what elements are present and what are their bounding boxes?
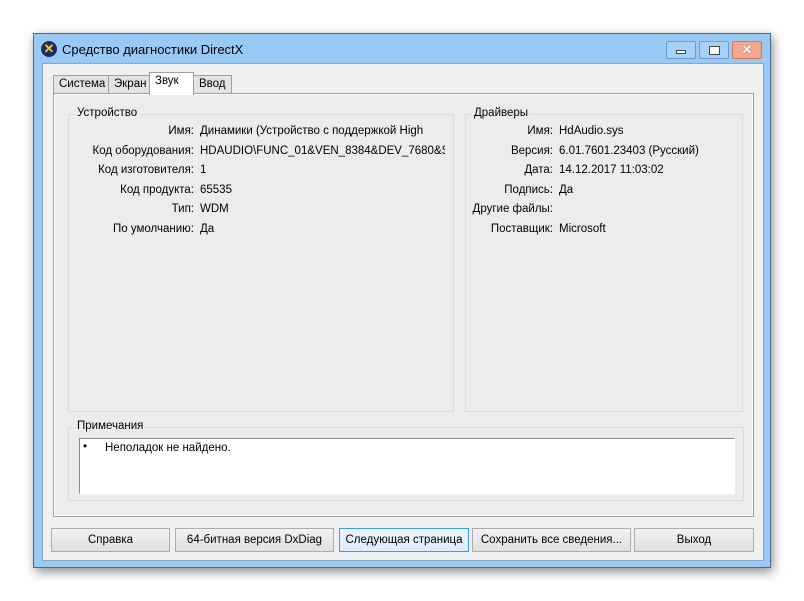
save-all-button[interactable]: Сохранить все сведения... [472, 528, 631, 552]
device-row: Имя: Динамики (Устройство с поддержкой Hi… [69, 125, 423, 141]
field-label: Версия: [510, 144, 553, 157]
field-value: HdAudio.sys [559, 125, 624, 137]
tab-display[interactable]: Экран [108, 75, 153, 94]
field-label: Другие файлы: [472, 203, 553, 216]
maximize-button[interactable] [699, 41, 729, 59]
close-icon: ✕ [741, 42, 753, 57]
field-label: Тип: [171, 203, 194, 216]
drivers-group: Драйверы Имя: HdAudio.sys Версия: 6.01.7601… [465, 107, 743, 412]
field-label: Подпись: [504, 183, 553, 196]
field-label: Имя: [168, 125, 194, 137]
field-value: Динамики (Устройство с поддержкой High [200, 125, 424, 137]
tab-system[interactable]: Система [53, 75, 112, 94]
minimize-button[interactable] [666, 41, 696, 59]
device-row: Код продукта: 65535 [69, 183, 232, 200]
field-label: По умолчанию: [113, 223, 194, 235]
device-group: Устройство Имя: Динамики (Устройство с по… [68, 107, 454, 412]
field-value: 14.12.2017 11:03:02 [559, 164, 664, 177]
field-label: Имя: [527, 125, 553, 137]
client-area: Система Экран Звук Ввод Устройство Имя: Д… [42, 63, 764, 561]
maximize-icon [708, 46, 720, 55]
drivers-row: Имя: HdAudio.sys [466, 125, 623, 141]
drivers-row: Подпись: Да [466, 183, 573, 200]
field-value: WDM [200, 203, 229, 216]
field-value: Microsoft [559, 223, 606, 235]
device-row: Код изготовителя: 1 [69, 164, 206, 180]
device-row: Код оборудования: HDAUDIO\FUNC_01&VEN_838… [69, 144, 445, 161]
dxdiag-window: ✕ Средство диагностики DirectX ✕ Система… [33, 33, 771, 568]
field-label: Код оборудования: [92, 144, 194, 157]
notes-group: Примечания • Неполадок не найдено. [68, 420, 744, 501]
dxdiag64-button[interactable]: 64-битная версия DxDiag [175, 528, 334, 552]
drivers-group-title: Драйверы [472, 107, 531, 119]
device-row: По умолчанию: Да [69, 223, 214, 239]
field-label: Поставщик: [490, 223, 553, 235]
drivers-row: Дата: 14.12.2017 11:03:02 [466, 164, 663, 180]
field-label: Код продукта: [120, 183, 194, 196]
field-value: Да [559, 183, 574, 196]
notes-textbox[interactable]: • Неполадок не найдено. [79, 438, 735, 494]
tab-input[interactable]: Ввод [193, 75, 232, 94]
tab-panel: Устройство Имя: Динамики (Устройство с по… [53, 93, 754, 517]
field-label: Код изготовителя: [98, 164, 194, 177]
field-label: Дата: [524, 164, 553, 177]
next-page-button[interactable]: Следующая страница [339, 528, 469, 552]
field-value: 6.01.7601.23403 (Русский) [559, 144, 699, 157]
device-row: Тип: WDM [69, 203, 229, 219]
bullet-icon: • [83, 441, 88, 453]
close-button[interactable]: ✕ [732, 41, 762, 59]
help-button[interactable]: Справка [51, 528, 170, 552]
exit-button[interactable]: Выход [634, 528, 754, 552]
drivers-row: Другие файлы: [466, 203, 553, 219]
notes-group-title: Примечания [75, 420, 146, 432]
device-group-title: Устройство [75, 107, 140, 119]
drivers-row: Поставщик: Microsoft [466, 223, 606, 239]
drivers-row: Версия: 6.01.7601.23403 (Русский) [466, 144, 699, 161]
note-item: Неполадок не найдено. [105, 442, 231, 454]
field-value: 65535 [200, 183, 232, 196]
field-value: 1 [200, 164, 207, 177]
tab-sound[interactable]: Звук [149, 72, 194, 95]
field-value: HDAUDIO\FUNC_01&VEN_8384&DEV_7680&SUBSYS [200, 144, 445, 157]
field-value: Да [200, 223, 215, 235]
minimize-icon [676, 50, 686, 54]
directx-logo-icon: ✕ [41, 41, 57, 57]
window-title: Средство диагностики DirectX [62, 42, 244, 57]
